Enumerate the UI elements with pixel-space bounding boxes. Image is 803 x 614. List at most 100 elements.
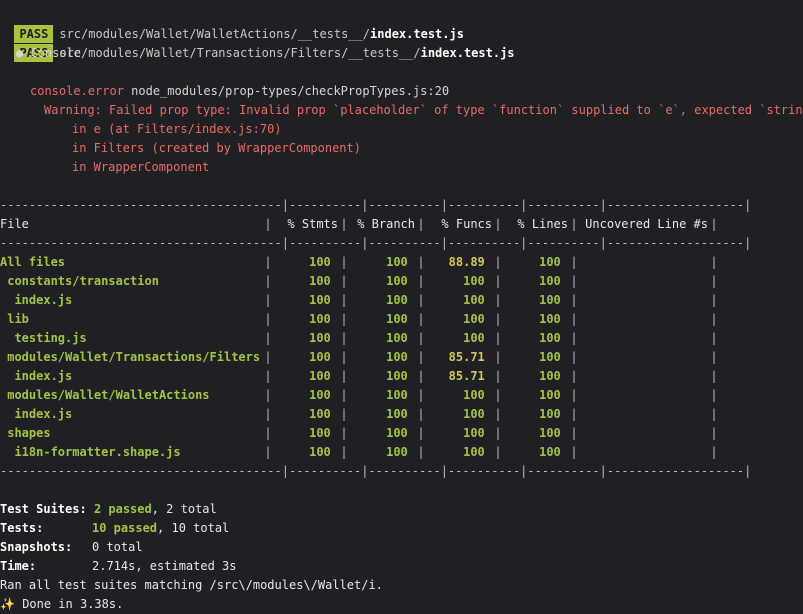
column-header: % Stmts bbox=[287, 217, 338, 231]
stack-line-1: in e (at Filters/index.js:70) bbox=[72, 122, 282, 136]
file-name: index.js bbox=[0, 407, 73, 421]
table-divider: | bbox=[417, 312, 425, 326]
table-divider: | bbox=[340, 388, 348, 402]
table-divider: | bbox=[264, 426, 272, 440]
table-divider: | bbox=[710, 407, 718, 421]
table-divider: | bbox=[494, 331, 502, 345]
lines-value: 100 bbox=[539, 369, 568, 383]
column-header: % Lines bbox=[517, 217, 568, 231]
table-divider: | bbox=[570, 350, 578, 364]
column-header: % Funcs bbox=[441, 217, 492, 231]
branch-value: 100 bbox=[386, 350, 415, 364]
branch-value: 100 bbox=[386, 255, 415, 269]
table-divider: | bbox=[264, 388, 272, 402]
table-divider: | bbox=[417, 407, 425, 421]
stmts-value: 100 bbox=[309, 293, 338, 307]
stmts-value: 100 bbox=[309, 312, 338, 326]
table-divider: | bbox=[494, 255, 502, 269]
table-row: index.js | 100 | 100 | 100 | 100 | | bbox=[0, 405, 720, 424]
table-row: index.js | 100 | 100 | 100 | 100 | | bbox=[0, 291, 720, 310]
table-divider: | bbox=[340, 445, 348, 459]
summary-snapshots: Snapshots: 0 total bbox=[0, 538, 143, 557]
summary-time: Time: 2.714s, estimated 3s bbox=[0, 557, 237, 576]
summary-tests: Tests: 10 passed, 10 total bbox=[0, 519, 229, 538]
table-divider: | bbox=[570, 312, 578, 326]
branch-value: 100 bbox=[386, 312, 415, 326]
file-name: index.js bbox=[0, 293, 73, 307]
table-separator-bottom: ---------------------------------------|… bbox=[0, 464, 752, 478]
lines-value: 100 bbox=[539, 426, 568, 440]
table-row: All files | 100 | 100 | 88.89 | 100 | | bbox=[0, 253, 720, 272]
table-divider: | bbox=[264, 445, 272, 459]
table-row: lib | 100 | 100 | 100 | 100 | | bbox=[0, 310, 720, 329]
stack-line-3: in WrapperComponent bbox=[72, 160, 210, 174]
table-divider: | bbox=[264, 312, 272, 326]
file-name: testing.js bbox=[0, 331, 87, 345]
file-name: shapes bbox=[0, 426, 51, 440]
stmts-value: 100 bbox=[309, 388, 338, 402]
table-divider: | bbox=[494, 369, 502, 383]
file-name: constants/transaction bbox=[0, 274, 159, 288]
table-divider: | bbox=[570, 331, 578, 345]
branch-value: 100 bbox=[386, 293, 415, 307]
table-divider: | bbox=[340, 426, 348, 440]
lines-value: 100 bbox=[539, 293, 568, 307]
branch-value: 100 bbox=[386, 388, 415, 402]
table-divider: | bbox=[340, 350, 348, 364]
table-divider: | bbox=[417, 388, 425, 402]
table-divider: | bbox=[570, 369, 578, 383]
console-error-location: node_modules/prop-types/checkPropTypes.j… bbox=[131, 84, 450, 98]
table-divider: | bbox=[710, 312, 718, 326]
branch-value: 100 bbox=[386, 445, 415, 459]
branch-value: 100 bbox=[386, 426, 415, 440]
lines-value: 100 bbox=[539, 255, 568, 269]
table-divider: | bbox=[570, 217, 578, 231]
table-divider: | bbox=[417, 255, 425, 269]
table-divider: | bbox=[340, 331, 348, 345]
table-divider: | bbox=[570, 407, 578, 421]
table-separator-mid: ---------------------------------------|… bbox=[0, 236, 752, 250]
stmts-value: 100 bbox=[309, 350, 338, 364]
table-divider: | bbox=[417, 350, 425, 364]
summary-tests-passed: 10 passed bbox=[92, 521, 158, 535]
pass-line-2: PASS src/modules/Wallet/Transactions/Filt… bbox=[0, 25, 515, 62]
table-row: i18n-formatter.shape.js | 100 | 100 | 100 | 1… bbox=[0, 443, 720, 462]
lines-value: 100 bbox=[539, 312, 568, 326]
table-divider: | bbox=[710, 274, 718, 288]
table-row: index.js | 100 | 100 | 85.71 | 100 | | bbox=[0, 367, 720, 386]
funcs-value: 85.71 bbox=[448, 369, 492, 383]
table-row: modules/Wallet/Transactions/Filters | 100 … bbox=[0, 348, 720, 367]
table-divider: | bbox=[340, 407, 348, 421]
summary-done-text: Done in 3.38s. bbox=[22, 597, 124, 611]
table-divider: | bbox=[417, 426, 425, 440]
table-divider: | bbox=[570, 445, 578, 459]
funcs-value: 100 bbox=[463, 293, 492, 307]
summary-suites-passed: 2 passed bbox=[93, 502, 152, 516]
table-divider: | bbox=[710, 388, 718, 402]
funcs-value: 100 bbox=[463, 274, 492, 288]
table-divider: | bbox=[494, 274, 502, 288]
file-name: modules/Wallet/WalletActions bbox=[0, 388, 210, 402]
table-divider: | bbox=[340, 369, 348, 383]
stmts-value: 100 bbox=[309, 445, 338, 459]
funcs-value: 100 bbox=[463, 445, 492, 459]
table-divider: | bbox=[494, 312, 502, 326]
branch-value: 100 bbox=[386, 274, 415, 288]
column-header: Uncovered Line #s bbox=[585, 217, 708, 231]
table-divider: | bbox=[264, 407, 272, 421]
table-row: testing.js | 100 | 100 | 100 | 100 | | bbox=[0, 329, 720, 348]
table-divider: | bbox=[710, 350, 718, 364]
table-divider: | bbox=[340, 312, 348, 326]
stmts-value: 100 bbox=[309, 369, 338, 383]
summary-done: ✨ Done in 3.38s. bbox=[0, 595, 123, 614]
branch-value: 100 bbox=[386, 369, 415, 383]
table-divider: | bbox=[494, 350, 502, 364]
console-warning: Warning: Failed prop type: Invalid prop … bbox=[44, 103, 803, 117]
sparkles-icon: ✨ bbox=[0, 597, 15, 611]
summary-suites: Test Suites: 2 passed, 2 total bbox=[0, 500, 217, 519]
table-divider: | bbox=[340, 217, 348, 231]
file-name: All files bbox=[0, 255, 66, 269]
stmts-value: 100 bbox=[309, 426, 338, 440]
table-divider: | bbox=[570, 255, 578, 269]
table-divider: | bbox=[494, 217, 502, 231]
